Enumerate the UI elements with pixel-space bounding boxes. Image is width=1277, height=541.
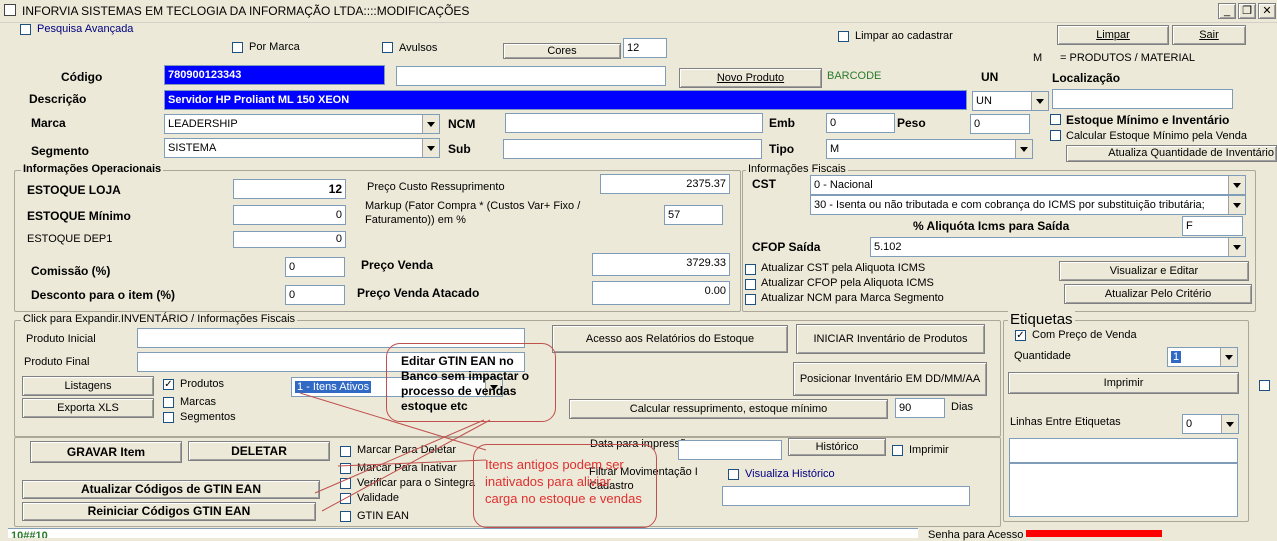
callout-gtin: Editar GTIN EAN no Banco sem impactar o … [386, 343, 556, 422]
callout-inativar: Itens antigos podem ser inativados para … [473, 444, 657, 528]
callout2-pointer2 [337, 459, 487, 467]
callout1-pointer [314, 419, 485, 494]
callout-inativar-text: Itens antigos podem ser inativados para … [485, 457, 642, 506]
callout-gtin-text: Editar GTIN EAN no Banco sem impactar o … [401, 354, 530, 413]
